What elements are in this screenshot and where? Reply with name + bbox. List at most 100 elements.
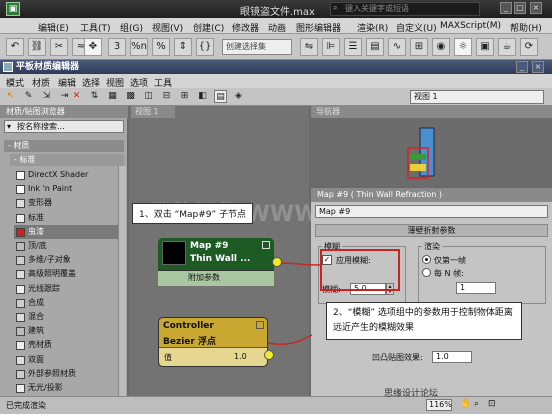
menu-animation[interactable]: 动画 [268,21,286,34]
menu-customize[interactable]: 自定义(U) [396,21,437,34]
layer-manager-icon[interactable]: ☰ [344,38,362,56]
slate-close-button[interactable]: × [532,61,544,73]
menu-rendering[interactable]: 渲染(R) [357,21,388,34]
material-item[interactable]: 标准 [14,211,120,225]
graphite-icon[interactable]: ▤ [366,38,384,56]
material-item[interactable]: 光线跟踪 [14,282,120,296]
every-n-frames-radio[interactable] [422,268,431,277]
show-end-result-icon[interactable]: ◫ [142,90,155,103]
snap-toggle-icon[interactable]: 3 [108,38,126,56]
first-frame-radio[interactable] [422,255,431,264]
browser-scrollbar[interactable] [118,166,126,396]
material-editor-icon[interactable]: ◉ [432,38,450,56]
material-item[interactable]: 顶/底 [14,239,120,253]
every-n-frames-label: 每 N 帧: [434,269,464,278]
menu-group[interactable]: 组(G) [120,21,143,34]
material-item[interactable]: 高级照明覆盖 [14,267,120,281]
slate-minimize-button[interactable]: _ [516,61,528,73]
zoom-icon[interactable]: ⌕ [474,399,479,409]
bump-spinner[interactable]: 1.0 [432,351,472,363]
app-logo-icon[interactable]: ▣ [6,2,20,16]
material-item[interactable]: 双面 [14,353,120,367]
select-by-material-icon[interactable]: ◈ [232,90,245,103]
move-children-icon[interactable]: ⇅ [88,90,101,103]
view-dropdown[interactable]: 视图 1 [410,90,544,104]
material-item[interactable]: 混合 [14,310,120,324]
material-swatch-icon [16,327,25,337]
view-tab[interactable]: 视图 1 [131,106,175,118]
node-controller-output-socket[interactable] [264,350,274,360]
minimize-button[interactable]: _ [500,2,512,14]
material-item[interactable]: 虫漆 [14,224,120,239]
curve-editor-icon[interactable]: ∿ [388,38,406,56]
callout-step-two: 2、“模糊” 选项组中的参数用于控制物体距离远近产生的模糊效果 [326,302,522,340]
named-selection-icon[interactable]: {} [196,38,214,56]
align-icon[interactable]: ⊫ [322,38,340,56]
material-map-navigator-icon[interactable]: ◧ [196,90,209,103]
node-map9-collapse-icon[interactable] [262,241,270,249]
material-name-field[interactable]: Map #9 [315,205,548,218]
render-iterative-icon[interactable]: ⟳ [520,38,538,56]
named-selection-dropdown[interactable]: 创建选择集 [222,39,292,55]
material-item[interactable]: DirectX Shader [14,168,120,182]
zoom-extents-icon[interactable]: ⊡ [488,399,496,409]
layout-all-icon[interactable]: ⊟ [160,90,173,103]
material-item[interactable]: 壳材质 [14,338,120,352]
subcategory-standard[interactable]: - 标准 [10,154,124,166]
link-icon[interactable]: ⛓ [28,38,46,56]
menu-edit[interactable]: 编辑(E) [38,21,69,34]
node-map9-extra-params[interactable]: 附加参数 [158,270,274,286]
category-materials[interactable]: - 材质 [4,140,124,152]
material-item[interactable]: 合成 [14,296,120,310]
n-frames-spinner[interactable]: 1 [456,282,496,294]
material-item[interactable]: 多维/子对象 [14,253,120,267]
search-input[interactable]: 键入关键字或短语 [330,2,480,16]
maximize-button[interactable]: □ [514,2,526,14]
render-production-icon[interactable]: ☕ [498,38,516,56]
browser-options-icon[interactable]: ▾ [7,122,11,131]
rollout-thin-wall-params[interactable]: 薄壁折射参数 [315,224,548,237]
node-controller-collapse-icon[interactable] [256,321,264,329]
zoom-dropdown[interactable]: 116% [426,399,452,411]
rendered-frame-icon[interactable]: ▣ [476,38,494,56]
material-item[interactable]: 外部参照材质 [14,367,120,381]
menu-tools[interactable]: 工具(T) [80,21,111,34]
node-map9-output-socket[interactable] [272,257,282,267]
close-button[interactable]: × [530,2,542,14]
mirror-icon[interactable]: ⇋ [300,38,318,56]
material-item[interactable]: Ink 'n Paint [14,182,120,196]
unlink-icon[interactable]: ✂ [50,38,68,56]
show-background-icon[interactable]: ▩ [124,90,137,103]
material-item[interactable]: 建筑 [14,324,120,338]
browser-search-input[interactable]: 按名称搜索... [4,120,124,133]
menu-modifiers[interactable]: 修改器 [232,21,259,34]
select-move-icon[interactable]: ✥ [84,38,102,56]
show-node-params-icon[interactable]: ▤ [214,90,227,103]
select-tool-icon[interactable]: ↖ [4,90,17,103]
put-to-scene-icon[interactable]: ⇲ [40,90,53,103]
schematic-view-icon[interactable]: ⊞ [410,38,428,56]
material-item[interactable]: 无光/投影 [14,381,120,395]
material-swatch-icon [16,171,25,180]
menu-help[interactable]: 帮助(H) [510,21,542,34]
material-item[interactable]: 变形器 [14,196,120,210]
menu-graph-editors[interactable]: 图形编辑器 [296,21,341,34]
pan-icon[interactable]: ✋ [460,399,471,409]
spinner-snap-icon[interactable]: ⇕ [174,38,192,56]
navigator-preview[interactable] [400,126,440,182]
angle-snap-icon[interactable]: %n [130,38,148,56]
menu-maxscript[interactable]: MAXScript(M) [440,21,501,31]
menu-create[interactable]: 创建(C) [193,21,224,34]
params-title: Map #9 ( Thin Wall Refraction ) [311,188,552,202]
layout-children-icon[interactable]: ⊞ [178,90,191,103]
pick-material-icon[interactable]: ✎ [22,90,35,103]
material-swatch-icon [16,384,25,393]
material-swatch-icon [16,369,25,379]
menu-view[interactable]: 视图(V) [152,21,183,34]
delete-icon[interactable]: ✕ [70,90,83,103]
show-map-icon[interactable]: ▦ [106,90,119,103]
undo-icon[interactable]: ↶ [6,38,24,56]
percent-snap-icon[interactable]: % [152,38,170,56]
render-setup-icon[interactable]: ☼ [454,38,472,56]
node-controller-value-row[interactable] [158,347,268,367]
